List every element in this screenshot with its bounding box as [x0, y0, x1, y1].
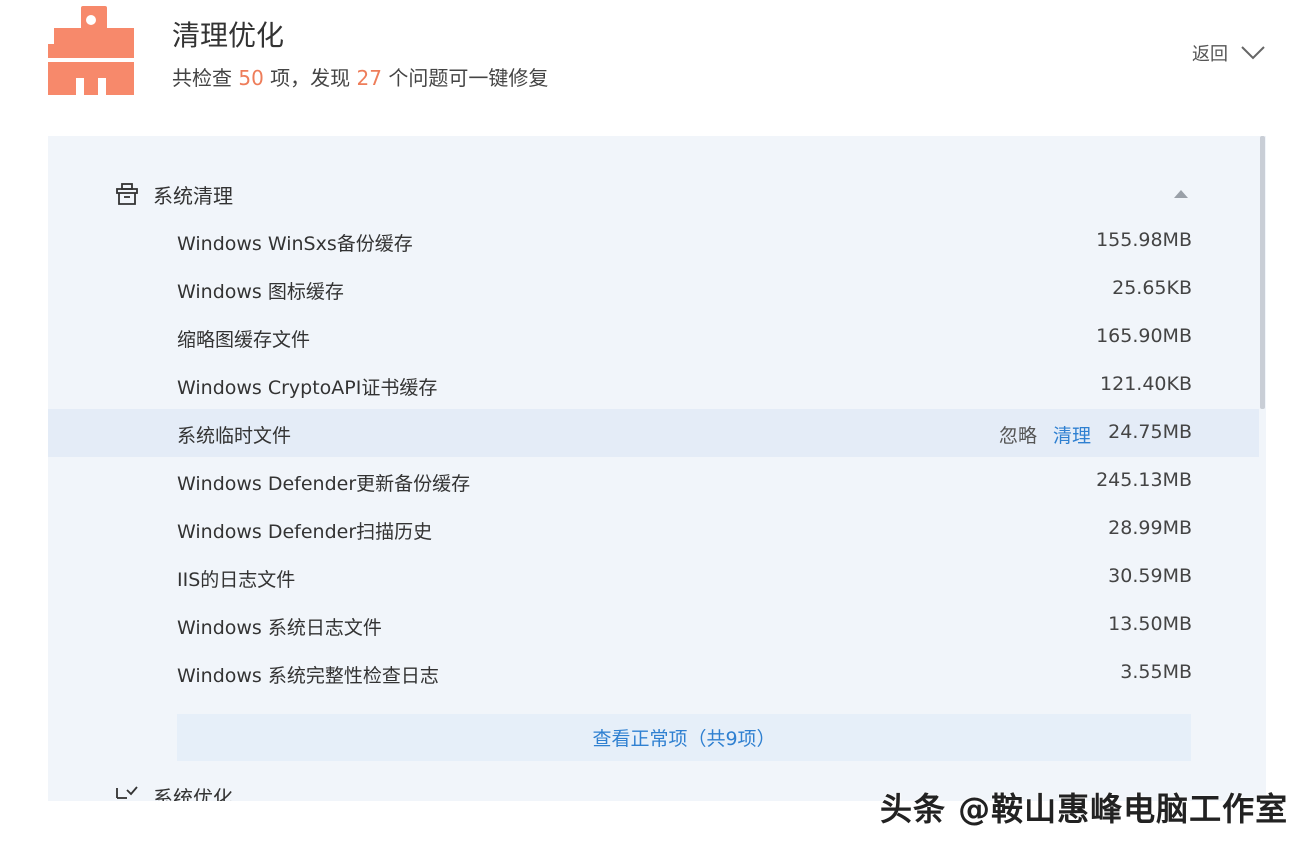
item-size: 155.98MB: [1096, 229, 1192, 251]
cleanup-item-row[interactable]: Windows 图标缓存 25.65KB: [48, 265, 1259, 313]
item-label: Windows Defender更新备份缓存: [177, 473, 471, 495]
cleanup-item-row[interactable]: Windows 系统日志文件 13.50MB: [48, 601, 1259, 649]
scrollbar[interactable]: [1259, 136, 1266, 801]
item-size: 245.13MB: [1096, 469, 1192, 491]
chevron-down-icon: [1241, 46, 1265, 60]
item-size: 24.75MB: [1108, 421, 1192, 443]
summary-prefix: 共检查: [172, 66, 239, 90]
item-label: Windows 图标缓存: [177, 281, 344, 303]
cleanup-item-row[interactable]: 缩略图缓存文件 165.90MB: [48, 313, 1259, 361]
back-label: 返回: [1192, 44, 1228, 65]
item-size: 28.99MB: [1108, 517, 1192, 539]
item-size: 25.65KB: [1112, 277, 1192, 299]
item-size: 30.59MB: [1108, 565, 1192, 587]
view-normal-items-button[interactable]: 查看正常项（共9项）: [177, 714, 1191, 761]
broom-clean-icon: [48, 6, 134, 95]
item-label: Windows WinSxs备份缓存: [177, 233, 413, 255]
row-actions: 忽略 清理: [999, 421, 1091, 448]
watermark: 头条 @鞍山惠峰电脑工作室: [880, 790, 1289, 828]
back-button[interactable]: 返回: [1192, 38, 1266, 68]
collapse-arrow-icon[interactable]: [1173, 189, 1189, 199]
page-title: 清理优化: [172, 19, 285, 52]
item-label: Windows Defender扫描历史: [177, 521, 433, 543]
cleanup-item-row[interactable]: Windows Defender更新备份缓存 245.13MB: [48, 457, 1259, 505]
scrollbar-thumb[interactable]: [1260, 136, 1265, 409]
item-label: 缩略图缓存文件: [177, 329, 311, 351]
cleanup-item-row[interactable]: Windows Defender扫描历史 28.99MB: [48, 505, 1259, 553]
cleanup-item-row-hovered[interactable]: 系统临时文件 忽略 清理 24.75MB: [48, 409, 1259, 457]
cleanup-item-row[interactable]: Windows WinSxs备份缓存 155.98MB: [48, 217, 1259, 265]
clean-link[interactable]: 清理: [1053, 421, 1091, 448]
item-label: Windows 系统完整性检查日志: [177, 665, 439, 687]
results-panel: 系统清理 Windows WinSxs备份缓存 155.98MB Windows…: [48, 136, 1259, 801]
item-label: Windows CryptoAPI证书缓存: [177, 377, 438, 399]
cleanup-item-row[interactable]: Windows 系统完整性检查日志 3.55MB: [48, 649, 1259, 697]
scan-summary: 共检查 50 项，发现 27 个问题可一键修复: [172, 62, 548, 91]
view-normal-label: 查看正常项（共9项）: [592, 728, 776, 750]
issue-count: 27: [356, 66, 382, 90]
basket-icon: [116, 183, 138, 205]
summary-suffix: 个问题可一键修复: [381, 66, 549, 90]
section-title-cleanup: 系统清理: [153, 183, 233, 208]
item-size: 13.50MB: [1108, 613, 1192, 635]
section-header-cleanup[interactable]: 系统清理: [48, 174, 1259, 214]
item-size: 3.55MB: [1120, 661, 1192, 683]
item-label: IIS的日志文件: [177, 569, 296, 591]
item-size: 165.90MB: [1096, 325, 1192, 347]
checklist-icon: [116, 786, 138, 799]
item-size: 121.40KB: [1100, 373, 1192, 395]
checked-count: 50: [238, 66, 264, 90]
cleanup-item-row[interactable]: Windows CryptoAPI证书缓存 121.40KB: [48, 361, 1259, 409]
ignore-link[interactable]: 忽略: [999, 421, 1037, 448]
section-title-optimize: 系统优化: [153, 786, 233, 801]
summary-mid: 项，发现: [263, 66, 357, 90]
item-label: Windows 系统日志文件: [177, 617, 382, 639]
cleanup-item-row[interactable]: IIS的日志文件 30.59MB: [48, 553, 1259, 601]
item-label: 系统临时文件: [177, 425, 292, 447]
